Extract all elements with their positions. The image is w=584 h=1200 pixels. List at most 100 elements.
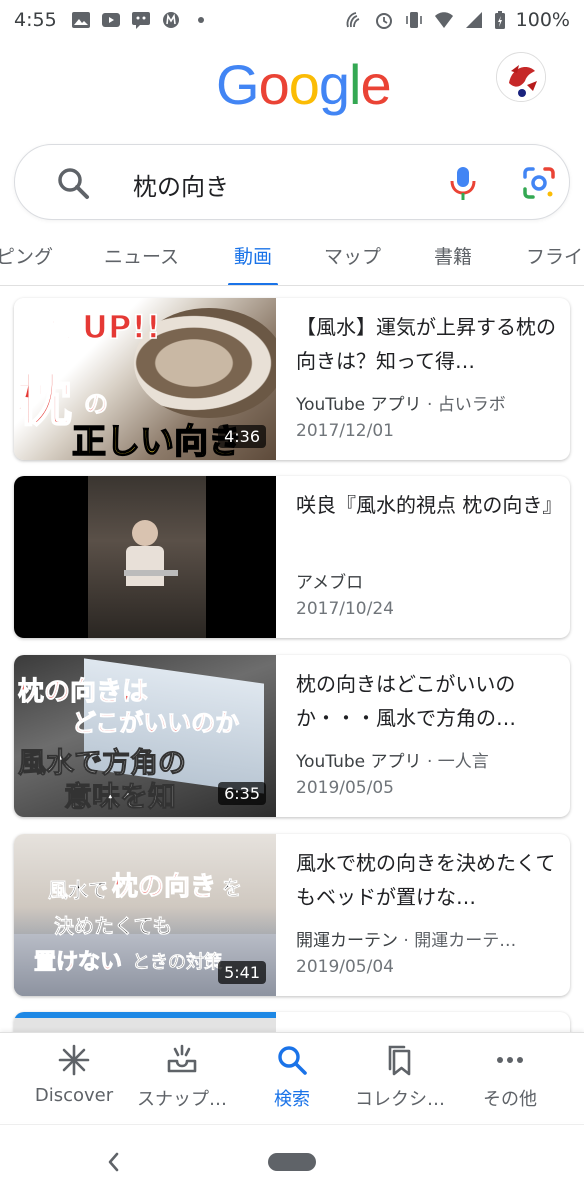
logo-letter: e (360, 53, 391, 116)
video-date: 2017/12/01 (296, 421, 394, 441)
source-name: YouTube アプリ (296, 395, 422, 415)
channel-name: · 開運カーテ… (403, 931, 517, 951)
video-duration: 6:35 (218, 782, 266, 805)
video-result-info: 枕の向きはどこがいいのか・・・風水で方角の… YouTube アプリ · 一人言… (296, 667, 558, 798)
logo-letter: o (288, 53, 320, 116)
asterisk-icon (58, 1044, 90, 1076)
tab-shopping[interactable]: ピング (0, 242, 54, 285)
video-title[interactable]: 【風水】運気が上昇する枕の向きは？知って得… (296, 310, 558, 378)
video-title[interactable]: 枕の向きはどこがいいのか・・・風水で方角の… (296, 667, 558, 735)
video-thumbnail[interactable] (14, 1012, 276, 1032)
logo-letter: l (349, 53, 361, 116)
nfc-icon (344, 11, 364, 29)
thumbnail-caption: どこがいいのか (71, 709, 240, 738)
tab-flights[interactable]: フライ (526, 242, 584, 285)
video-thumbnail[interactable]: 風水で 枕の向き を 決めたくても 置けない ときの対策 5:41 (14, 834, 276, 996)
vibrate-icon (404, 11, 424, 29)
thumbnail-caption: 運気UP!! (17, 307, 161, 347)
chat-notification-icon (131, 11, 151, 29)
tab-maps[interactable]: マップ (324, 242, 382, 285)
system-status-icons: 100% (344, 9, 570, 31)
battery-charging-icon (494, 11, 506, 29)
video-title[interactable]: 咲良『風水的視点 枕の向き』 (296, 488, 558, 556)
snapshot-inbox-icon (167, 1044, 197, 1073)
google-lens-icon[interactable] (521, 165, 557, 201)
search-input[interactable]: 枕の向き (133, 167, 229, 202)
nav-search[interactable]: 検索 (234, 1043, 350, 1111)
tab-label: マップ (324, 246, 382, 268)
youtube-notification-icon (101, 11, 121, 29)
wifi-icon (434, 11, 454, 29)
thumbnail-caption: 風水で (48, 878, 109, 903)
source-name: アメブロ (296, 573, 364, 593)
video-result-info: 風水で枕の向きを決めたくてもベッドが置けな… 開運カーテン · 開運カーテ… 2… (296, 846, 558, 977)
nav-label: コレクシ… (355, 1089, 445, 1110)
thumbnail-caption: 正しい向き (71, 421, 243, 460)
video-source: アメブロ (296, 568, 558, 593)
video-thumbnail[interactable]: 運気UP!! 枕 の 正しい向き 4:36 (14, 298, 276, 460)
tab-label: フライ (526, 246, 584, 268)
channel-name: · 一人言 (426, 752, 489, 772)
video-result-card[interactable]: 咲良『風水的視点 枕の向き』 アメブロ 2017/10/24 (14, 476, 570, 638)
nav-label: 検索 (274, 1089, 310, 1110)
logo-letter: o (258, 53, 290, 116)
nav-discover[interactable]: Discover (16, 1043, 132, 1106)
video-source: YouTube アプリ · 一人言 (296, 747, 558, 772)
thumbnail-caption: ときの対策 (132, 952, 223, 974)
logo-letter: g (318, 53, 350, 116)
thumbnail-caption: 意味を知 (63, 780, 177, 814)
video-result-card[interactable] (14, 1012, 570, 1032)
tab-label: ピング (0, 246, 54, 268)
back-chevron-icon[interactable] (100, 1147, 126, 1177)
bottom-navigation: Discover スナップ… 検索 コレクシ… その他 (0, 1032, 584, 1122)
video-thumbnail[interactable] (14, 476, 276, 638)
video-duration: 4:36 (218, 425, 266, 448)
microphone-icon[interactable] (445, 163, 481, 203)
notification-icons (71, 11, 211, 29)
more-notifications-dot-icon (191, 11, 211, 29)
status-bar: 4:55 100% (0, 0, 584, 40)
account-avatar[interactable] (496, 52, 546, 102)
alarm-icon (374, 11, 394, 29)
logo-letter: G (216, 53, 260, 116)
search-box[interactable]: 枕の向き (14, 144, 570, 220)
search-icon[interactable] (55, 165, 91, 201)
video-result-info: 【風水】運気が上昇する枕の向きは？知って得… YouTube アプリ · 占いラ… (296, 310, 558, 441)
video-result-card[interactable]: 風水で 枕の向き を 決めたくても 置けない ときの対策 5:41 風水で枕の向… (14, 834, 570, 996)
nav-collections[interactable]: コレクシ… (342, 1043, 458, 1111)
search-category-tabs: ピング ニュース 動画 マップ 書籍 フライ (0, 228, 584, 286)
nav-more[interactable]: その他 (452, 1043, 568, 1111)
thumbnail-caption: を (222, 876, 243, 901)
video-result-card[interactable]: 枕の向きは どこがいいのか 風水で方角の 意味を知 6:35 枕の向きはどこがい… (14, 655, 570, 817)
tab-news[interactable]: ニュース (104, 242, 179, 285)
video-date: 2019/05/04 (296, 957, 394, 977)
app-header: Google (0, 40, 584, 136)
search-icon (278, 1046, 307, 1075)
thumbnail-caption: 枕 (15, 368, 73, 435)
google-logo: Google (216, 52, 392, 117)
cellular-signal-icon (464, 11, 484, 29)
video-date: 2017/10/24 (296, 599, 394, 619)
system-navigation-bar (0, 1124, 584, 1200)
avatar-image-icon (497, 53, 545, 101)
tab-videos[interactable]: 動画 (227, 242, 279, 285)
thumbnail-caption: 枕の向き (111, 872, 217, 903)
video-duration: 5:41 (218, 961, 266, 984)
more-dots-icon (497, 1057, 523, 1063)
channel-name: · 占いラボ (426, 395, 506, 415)
nav-snapshot[interactable]: スナップ… (124, 1043, 240, 1111)
bookmark-collections-icon (388, 1045, 411, 1076)
source-name: 開運カーテン (296, 931, 398, 951)
video-source: 開運カーテン · 開運カーテ… (296, 926, 558, 951)
nav-label: スナップ… (137, 1089, 227, 1110)
video-thumbnail[interactable]: 枕の向きは どこがいいのか 風水で方角の 意味を知 6:35 (14, 655, 276, 817)
video-results-list: 運気UP!! 枕 の 正しい向き 4:36 【風水】運気が上昇する枕の向きは？知… (0, 286, 584, 1032)
thumbnail-caption: 置けない (33, 950, 123, 976)
home-button[interactable] (268, 1153, 316, 1171)
video-source: YouTube アプリ · 占いラボ (296, 390, 558, 415)
tab-label: 書籍 (434, 246, 473, 268)
m-app-notification-icon (161, 11, 181, 29)
tab-books[interactable]: 書籍 (434, 242, 473, 285)
video-title[interactable]: 風水で枕の向きを決めたくてもベッドが置けな… (296, 846, 558, 914)
video-result-card[interactable]: 運気UP!! 枕 の 正しい向き 4:36 【風水】運気が上昇する枕の向きは？知… (14, 298, 570, 460)
